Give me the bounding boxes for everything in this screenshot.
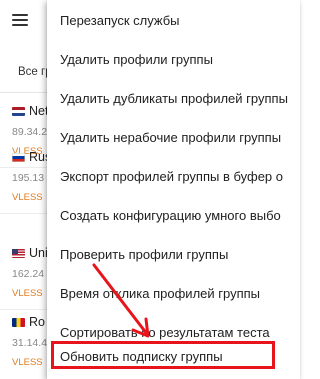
- romania-flag-icon: [12, 318, 25, 327]
- menu-item-create-smart-config[interactable]: Создать конфигурацию умного выбо: [47, 195, 300, 235]
- server-name: Ro: [29, 315, 45, 329]
- netherlands-flag-icon: [12, 107, 25, 116]
- server-protocol: VLESS: [12, 288, 43, 299]
- server-ip: 195.13: [12, 172, 45, 184]
- server-protocol: VLESS: [12, 192, 43, 203]
- usa-flag-icon: [12, 249, 25, 258]
- server-name: Net: [29, 104, 49, 118]
- server-protocol: VLESS: [12, 357, 43, 368]
- menu-item-restart-service[interactable]: Перезапуск службы: [47, 0, 300, 40]
- menu-item-check-profiles[interactable]: Проверить профили группы: [47, 234, 300, 274]
- menu-item-delete-group-profiles[interactable]: Удалить профили группы: [47, 39, 300, 79]
- hamburger-menu-icon[interactable]: [12, 14, 28, 26]
- server-ip: 89.34.2: [12, 126, 48, 138]
- menu-item-export-to-clipboard[interactable]: Экспорт профилей группы в буфер о: [47, 156, 300, 196]
- server-ip: 31.14.4: [12, 337, 48, 349]
- menu-item-delete-duplicates[interactable]: Удалить дубликаты профилей группы: [47, 78, 300, 118]
- russia-flag-icon: [12, 153, 25, 162]
- menu-item-response-time[interactable]: Время отклика профилей группы: [47, 273, 300, 313]
- server-ip: 162.24: [12, 268, 45, 280]
- overflow-menu: Перезапуск службы Удалить профили группы…: [47, 0, 300, 379]
- server-name: Uni: [29, 246, 48, 260]
- menu-item-delete-broken-profiles[interactable]: Удалить нерабочие профили группы: [47, 117, 300, 157]
- highlight-box-annotation: [51, 341, 275, 369]
